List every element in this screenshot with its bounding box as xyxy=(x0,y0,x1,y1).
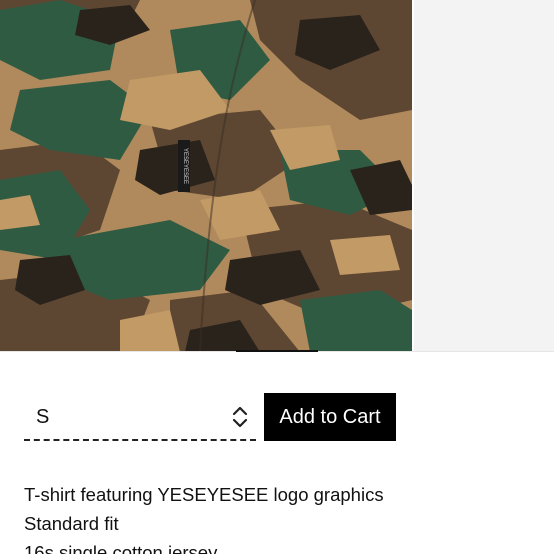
camouflage-pattern: YESEYESEE xyxy=(0,0,412,352)
neck-tag: YESEYESEE xyxy=(178,140,190,192)
purchase-row: S Add to Cart xyxy=(24,393,530,443)
neck-tag-text: YESEYESEE xyxy=(182,148,188,184)
product-gallery[interactable]: YESEYESEE xyxy=(0,0,554,352)
description-line: Standard fit xyxy=(24,513,119,534)
gallery-scroll-indicator[interactable] xyxy=(236,350,318,352)
description-line: 16s single cotton jersey xyxy=(24,542,218,554)
up-down-chevron-icon xyxy=(232,406,248,428)
product-description: T-shirt featuring YESEYESEE logo graphic… xyxy=(24,480,530,554)
size-select-value: S xyxy=(36,406,50,428)
description-line: T-shirt featuring YESEYESEE logo graphic… xyxy=(24,484,384,505)
product-image[interactable]: YESEYESEE xyxy=(0,0,412,352)
next-product-image[interactable] xyxy=(414,0,554,352)
add-to-cart-button[interactable]: Add to Cart xyxy=(264,393,396,441)
size-select[interactable]: S xyxy=(24,393,256,441)
